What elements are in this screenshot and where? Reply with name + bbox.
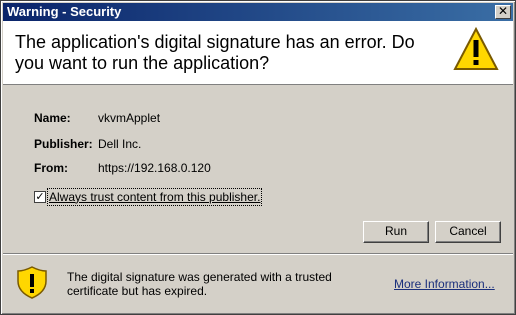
window-title: Warning - Security <box>7 4 122 19</box>
from-label: From: <box>34 161 68 175</box>
cancel-button[interactable]: Cancel <box>435 221 501 243</box>
name-label: Name: <box>34 111 71 125</box>
from-value: https://192.168.0.120 <box>98 161 211 175</box>
more-information-link[interactable]: More Information... <box>394 277 495 291</box>
dialog-header: The application's digital signature has … <box>3 21 513 85</box>
title-bar[interactable]: Warning - Security ✕ <box>3 3 513 21</box>
publisher-label: Publisher: <box>34 137 93 151</box>
warning-triangle-icon <box>453 27 499 70</box>
publisher-value: Dell Inc. <box>98 137 142 151</box>
certificate-status-footer: The digital signature was generated with… <box>3 255 513 310</box>
name-value: vkvmApplet <box>98 111 161 125</box>
checkmark-icon: ✓ <box>35 191 45 203</box>
main-warning-message: The application's digital signature has … <box>15 32 415 73</box>
warning-shield-icon <box>17 266 47 299</box>
trust-publisher-label[interactable]: Always trust content from this publisher… <box>46 188 263 206</box>
close-button[interactable]: ✕ <box>495 5 511 19</box>
run-button[interactable]: Run <box>363 221 429 243</box>
close-icon: ✕ <box>497 4 509 18</box>
security-warning-window: Warning - Security ✕ The application's d… <box>0 0 516 315</box>
trust-publisher-checkbox[interactable]: ✓ <box>34 191 46 203</box>
certificate-warning-text: The digital signature was generated with… <box>67 270 332 298</box>
details-panel: Name: vkvmApplet Publisher: Dell Inc. Fr… <box>3 85 513 249</box>
